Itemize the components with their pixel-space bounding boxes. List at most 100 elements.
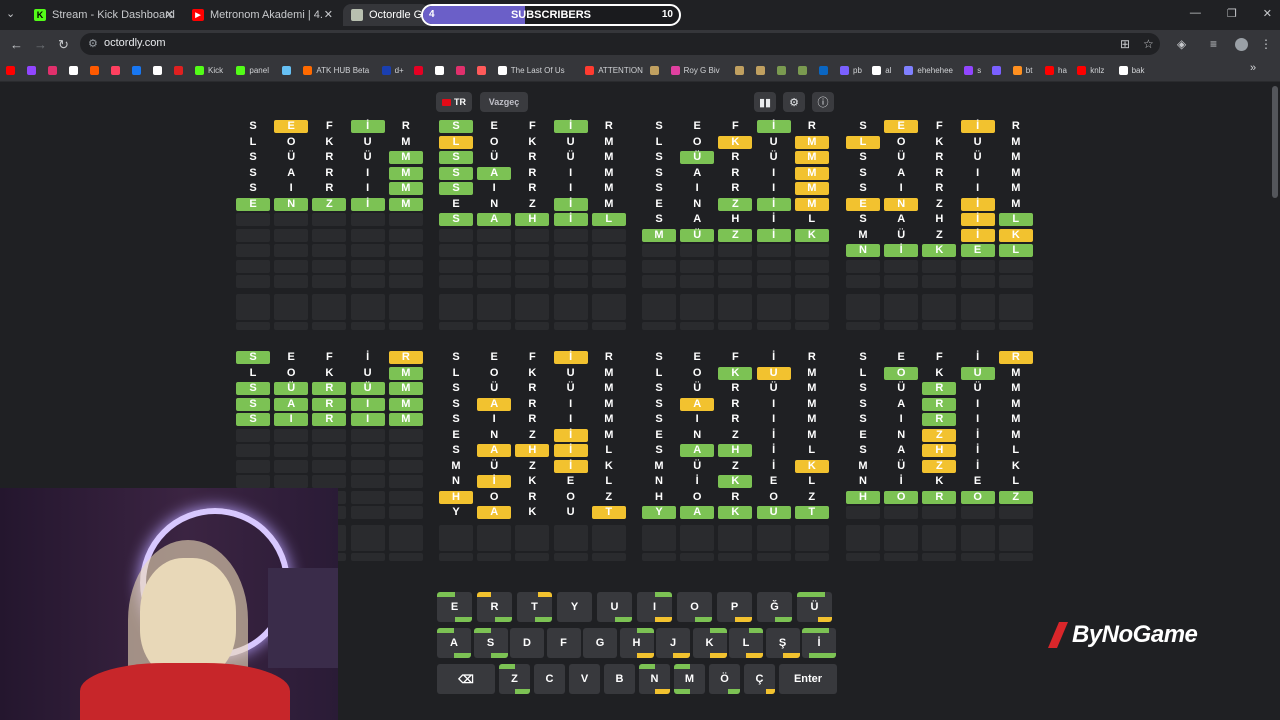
bookmark-item[interactable]: bak [1118,64,1145,76]
grid-5-tile: O [286,366,296,379]
site-info-icon[interactable]: ⚙ [88,37,98,50]
bookmark-item[interactable] [48,64,57,76]
bookmark-item[interactable]: panel [236,64,269,76]
bookmark-item[interactable]: al [872,64,891,76]
tab-metronom[interactable]: ▶ Metronom Akademi | 4. Bölüm ✕ [184,4,339,26]
give-up-button[interactable]: Vazgeç [480,92,528,112]
restore-icon[interactable]: ❐ [1227,7,1237,20]
key-ü[interactable]: Ü [797,592,832,622]
key-t[interactable]: T [517,592,552,622]
bookmark-star-icon[interactable]: ☆ [1143,37,1154,51]
key-ş[interactable]: Ş [765,628,800,658]
key-c[interactable]: C [534,664,565,694]
close-tab-icon[interactable]: ✕ [165,8,174,21]
bookmark-item[interactable] [6,64,15,76]
url-field[interactable]: ⚙ octordly.com [80,33,1160,55]
bookmark-item[interactable] [798,64,807,76]
profile-avatar[interactable] [1235,38,1248,51]
key-y[interactable]: Y [557,592,592,622]
key-r[interactable]: R [477,592,512,622]
language-button[interactable]: TR [436,92,472,112]
key-g[interactable]: G [583,628,617,658]
menu-icon[interactable]: ⋮ [1260,37,1272,51]
tab-search-icon[interactable]: ⌄ [6,7,15,20]
key-i[interactable]: I [637,592,672,622]
grid-4-tile: S [859,182,867,194]
key-n[interactable]: N [639,664,670,694]
enter-key[interactable]: Enter [779,664,837,694]
settings-icon[interactable]: ⚙ [783,92,805,112]
media-icon[interactable]: ≡ [1210,37,1217,51]
info-icon[interactable]: ⓘ [812,92,834,112]
key-m[interactable]: M [674,664,705,694]
bookmark-item[interactable] [90,64,99,76]
bookmark-item[interactable] [27,64,36,76]
key-ç[interactable]: Ç [744,664,775,694]
close-window-icon[interactable]: ✕ [1263,7,1272,20]
grid-7-tile: R [807,351,816,363]
key-f[interactable]: F [546,628,581,658]
grid-1-empty-tile [388,228,423,242]
more-bookmarks-icon[interactable]: » [1250,62,1256,74]
key-z[interactable]: Z [499,664,530,694]
bookmark-item[interactable] [756,64,765,76]
translate-icon[interactable]: ⊞ [1120,37,1130,51]
key-ğ[interactable]: Ğ [757,592,792,622]
tab-octordle[interactable]: Octordle Game [343,4,429,26]
back-icon[interactable]: ← [10,37,23,52]
tab-kick-dashboard[interactable]: K Stream - Kick Dashboard ✕ [26,4,180,26]
bookmark-item[interactable] [282,64,292,76]
key-e[interactable]: E [437,592,472,622]
bookmark-item[interactable]: The Last Of Us [497,64,565,76]
page-scrollbar[interactable] [1272,86,1278,198]
key-u[interactable]: U [597,592,632,622]
bookmark-item[interactable] [735,64,744,76]
close-tab-icon[interactable]: ✕ [324,8,333,21]
key-h[interactable]: H [619,628,654,658]
forward-icon[interactable]: → [34,37,47,52]
key-b[interactable]: B [604,664,635,694]
bookmark-item[interactable] [777,64,786,76]
key-j[interactable]: J [656,628,690,658]
stats-icon[interactable]: ▮▮ [754,92,776,112]
key-d[interactable]: D [510,628,544,658]
key-p[interactable]: P [717,592,752,622]
bookmark-item[interactable]: ATK HUB Beta [303,64,369,76]
bookmark-item[interactable]: pb [840,64,862,76]
key-ö[interactable]: Ö [709,664,740,694]
key-a[interactable]: A [437,628,471,658]
grid-8-tile: M [1011,366,1021,379]
bookmark-item[interactable]: ha [1045,64,1067,76]
bookmark-item[interactable]: bt [1012,64,1032,76]
bookmark-item[interactable] [413,64,423,76]
bookmark-item[interactable]: Roy G Biv [670,64,720,76]
bookmark-item[interactable] [174,64,183,76]
bookmark-item[interactable]: ehehehee [904,64,953,76]
bookmark-item[interactable] [476,64,486,76]
key-k[interactable]: K [692,628,727,658]
bookmark-item[interactable]: knlz [1077,64,1104,76]
minimize-icon[interactable]: — [1190,7,1201,20]
bookmark-item[interactable] [153,64,162,76]
bookmark-item[interactable] [132,64,141,76]
backspace-key[interactable]: ⌫ [437,664,495,694]
bookmark-item[interactable] [991,64,1001,76]
bookmark-item[interactable] [455,64,465,76]
key-v[interactable]: V [569,664,600,694]
key-l[interactable]: L [729,628,763,658]
bookmark-item[interactable]: ATTENTION [585,64,643,76]
bookmark-item[interactable] [819,64,828,76]
bookmark-item[interactable]: d+ [381,64,404,76]
reload-icon[interactable]: ↻ [58,37,69,53]
extensions-icon[interactable]: ◈ [1177,37,1186,51]
bookmark-item[interactable] [111,64,120,76]
bookmark-item[interactable] [69,64,78,76]
key-o[interactable]: O [677,592,712,622]
key-i̇[interactable]: İ [802,628,836,658]
bookmark-item[interactable] [649,64,659,76]
bookmark-item[interactable]: Kick [195,64,223,76]
bookmark-item[interactable] [434,64,444,76]
grid-2-tile: M [604,166,614,179]
key-s[interactable]: S [473,628,508,658]
bookmark-item[interactable]: s [964,64,981,76]
